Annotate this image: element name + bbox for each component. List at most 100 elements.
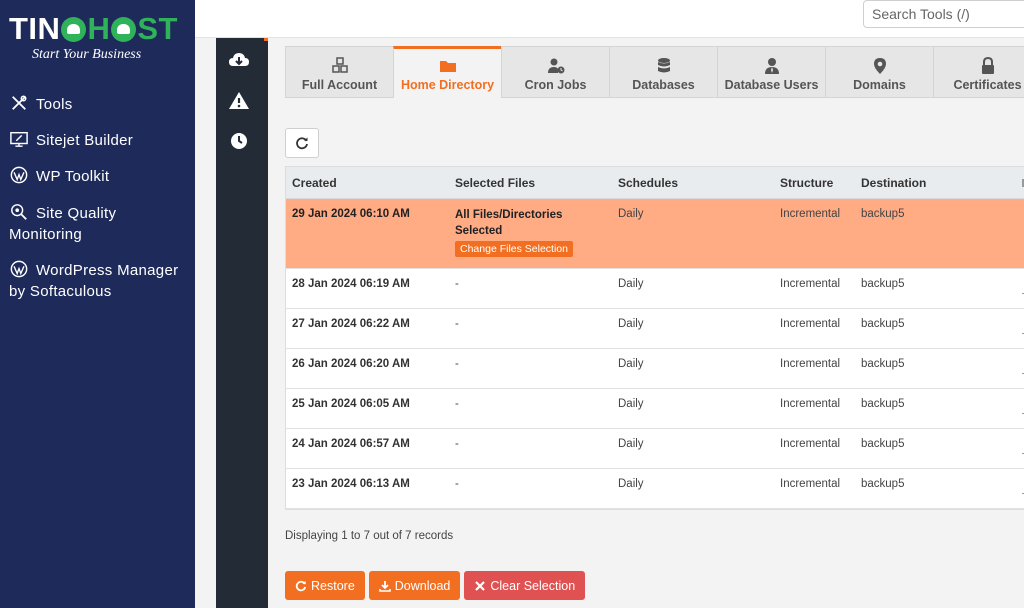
cell-selected-files: -	[455, 478, 459, 490]
table-row[interactable]: 29 Jan 2024 06:10 AM All Files/Directori…	[286, 199, 1024, 269]
cubes-icon	[331, 57, 348, 73]
cell-created: 24 Jan 2024 06:57 AM	[292, 438, 410, 450]
sidebar-item-site-quality[interactable]: Site Quality Monitoring	[0, 203, 195, 245]
cell-structure: Incremental	[780, 398, 841, 410]
download-button[interactable]: Download	[368, 571, 461, 600]
sidebar-item-wordpress-manager[interactable]: WordPress Manager by Softaculous	[0, 260, 195, 302]
logo-o-mark-icon	[61, 16, 87, 42]
cell-schedule: Daily	[618, 478, 644, 490]
table-row[interactable]: 27 Jan 2024 06:22 AM - Daily Incremental…	[286, 309, 1024, 349]
action-buttons: Restore Download Clear Selection	[285, 571, 586, 600]
restore-button[interactable]: Restore	[285, 571, 365, 600]
column-header-structure[interactable]: Structure	[780, 176, 833, 190]
cell-selected-files: -	[455, 398, 459, 410]
tab-label: Certificates	[953, 78, 1022, 92]
clear-selection-label: Clear Selection	[490, 578, 576, 593]
cell-created: 25 Jan 2024 06:05 AM	[292, 398, 410, 410]
tab-full-account[interactable]: Full Account	[285, 46, 393, 98]
cell-destination: backup5	[861, 318, 905, 330]
cell-structure: Incremental	[780, 438, 841, 450]
logo-text-tino: TIN	[9, 11, 61, 46]
table-row[interactable]: 23 Jan 2024 06:13 AM - Daily Incremental…	[286, 469, 1024, 509]
column-header-created[interactable]: Created	[292, 176, 337, 190]
sitejet-icon	[10, 131, 28, 147]
cell-schedule: Daily	[618, 358, 644, 370]
tab-label: Home Directory	[400, 78, 495, 92]
clear-selection-button[interactable]: Clear Selection	[464, 571, 586, 600]
sidebar: TIN H ST Start Your Business Tools Sitejet…	[0, 0, 195, 608]
logo-tagline: Start Your Business	[32, 47, 142, 62]
tab-label: Domains	[853, 78, 906, 92]
table-row[interactable]: 28 Jan 2024 06:19 AM - Daily Incremental…	[286, 269, 1024, 309]
column-header-selected-files[interactable]: Selected Files	[455, 176, 535, 190]
change-files-selection-button[interactable]: Change Files Selection	[455, 241, 573, 257]
tab-cron-jobs[interactable]: Cron Jobs	[501, 46, 609, 98]
download-icon	[378, 580, 391, 592]
tab-home-directory[interactable]: Home Directory	[393, 46, 501, 98]
tab-database-users[interactable]: Database Users	[717, 46, 825, 98]
tab-certificates[interactable]: Certificates	[933, 46, 1024, 98]
cell-schedule: Daily	[618, 438, 644, 450]
cell-schedule: Daily	[618, 278, 644, 290]
warning-icon[interactable]	[228, 90, 250, 112]
cell-destination: backup5	[861, 398, 905, 410]
clock-icon[interactable]	[228, 130, 250, 152]
brand-logo[interactable]: TIN H ST Start Your Business	[0, 0, 195, 90]
logo-cloud-icon	[111, 16, 137, 42]
backups-table: Created Selected Files Schedules Structu…	[285, 166, 1024, 510]
table-row[interactable]: 26 Jan 2024 06:20 AM - Daily Incremental…	[286, 349, 1024, 389]
cell-created: 27 Jan 2024 06:22 AM	[292, 318, 410, 330]
cloud-download-icon[interactable]	[228, 50, 250, 72]
user-tie-icon	[764, 58, 779, 74]
folder-icon	[439, 61, 456, 72]
cell-selected-files: -	[455, 318, 459, 330]
cell-schedule: Daily	[618, 208, 644, 220]
close-icon	[475, 580, 486, 591]
table-row[interactable]: 24 Jan 2024 06:57 AM - Daily Incremental…	[286, 429, 1024, 469]
sidebar-item-wp-toolkit[interactable]: WP Toolkit	[0, 166, 118, 187]
tools-icon	[12, 95, 27, 110]
tab-databases[interactable]: Databases	[609, 46, 717, 98]
refresh-button[interactable]	[285, 128, 319, 158]
sidebar-item-sitejet[interactable]: Sitejet Builder	[0, 130, 142, 151]
cell-created: 28 Jan 2024 06:19 AM	[292, 278, 410, 290]
cell-structure: Incremental	[780, 278, 841, 290]
cell-structure: Incremental	[780, 318, 841, 330]
main-content: Full Account Home Directory Cron Jobs Da…	[268, 38, 1024, 608]
column-header-destination[interactable]: Destination	[861, 176, 926, 190]
cell-destination: backup5	[861, 358, 905, 370]
selected-files-text: All Files/Directories Selected	[455, 209, 563, 237]
tab-label: Database Users	[724, 78, 819, 92]
tab-label: Cron Jobs	[524, 78, 587, 92]
search-input[interactable]	[863, 0, 1024, 28]
download-label: Download	[394, 578, 451, 593]
cell-destination: backup5	[861, 208, 905, 220]
icon-rail	[216, 38, 268, 608]
cell-created: 29 Jan 2024 06:10 AM	[292, 208, 410, 220]
sidebar-item-label: WordPress Manager by Softaculous	[9, 262, 179, 300]
cell-created: 23 Jan 2024 06:13 AM	[292, 478, 410, 490]
top-bar	[195, 0, 1024, 38]
records-count: Displaying 1 to 7 out of 7 records	[285, 530, 454, 542]
sidebar-item-label: WP Toolkit	[36, 168, 110, 185]
tab-domains[interactable]: Domains	[825, 46, 933, 98]
cell-selected-files: -	[455, 358, 459, 370]
restore-icon	[295, 580, 307, 591]
cell-structure: Incremental	[780, 208, 841, 220]
sidebar-item-tools[interactable]: Tools	[0, 94, 82, 115]
column-header-schedules[interactable]: Schedules	[618, 176, 678, 190]
lock-icon	[981, 57, 994, 74]
cell-destination: backup5	[861, 278, 905, 290]
restore-label: Restore	[311, 578, 355, 593]
table-row[interactable]: 25 Jan 2024 06:05 AM - Daily Incremental…	[286, 389, 1024, 429]
wordpress-icon	[10, 260, 28, 278]
tab-label: Full Account	[301, 78, 378, 92]
table-header: Created Selected Files Schedules Structu…	[286, 167, 1024, 199]
cell-structure: Incremental	[780, 358, 841, 370]
refresh-icon	[296, 137, 308, 150]
cell-selected-files: -	[455, 438, 459, 450]
logo-text-host-st: ST	[137, 11, 178, 46]
map-marker-icon	[873, 58, 886, 74]
search-gear-icon	[11, 204, 27, 220]
backup-tabs: Full Account Home Directory Cron Jobs Da…	[285, 46, 1024, 98]
